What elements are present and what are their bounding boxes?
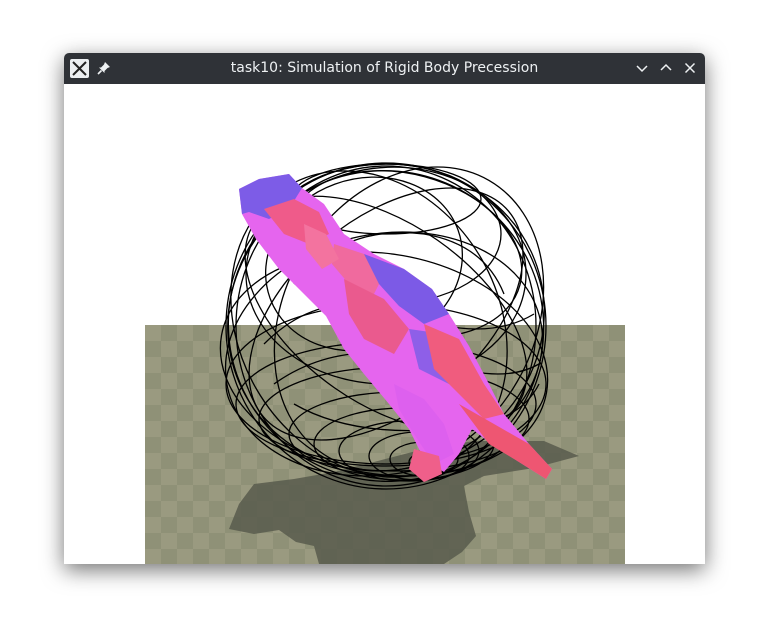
gl-viewport[interactable]: [64, 84, 705, 564]
close-icon: [684, 62, 696, 74]
app-icon[interactable]: [70, 59, 89, 78]
pin-icon[interactable]: [96, 60, 112, 76]
window-title: task10: Simulation of Rigid Body Precess…: [230, 60, 539, 76]
maximize-icon: [660, 63, 672, 71]
simulation-scene: [219, 162, 579, 564]
minimize-icon: [636, 65, 648, 73]
minimize-button[interactable]: [634, 60, 650, 76]
app-window: task10: Simulation of Rigid Body Precess…: [64, 53, 705, 564]
close-button[interactable]: [682, 60, 698, 76]
maximize-button[interactable]: [658, 60, 674, 76]
title-bar[interactable]: task10: Simulation of Rigid Body Precess…: [64, 53, 705, 84]
